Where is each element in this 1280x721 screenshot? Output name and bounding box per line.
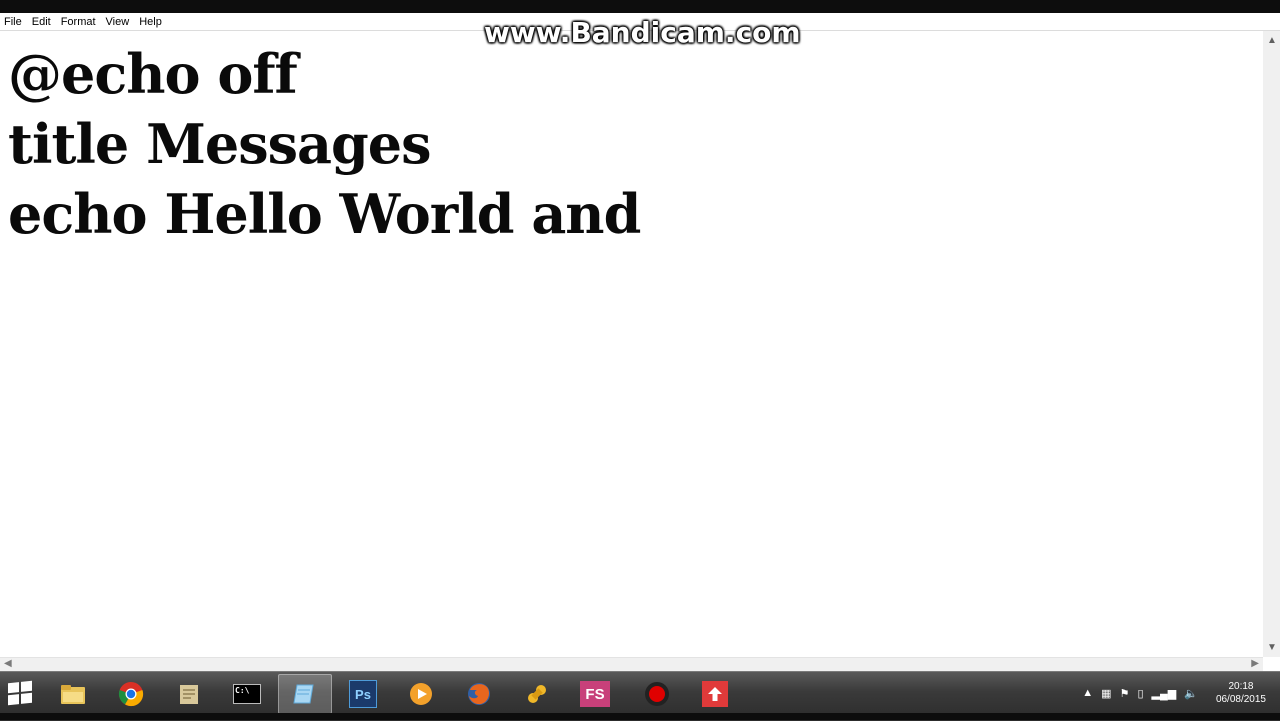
tool-icon: [524, 681, 550, 707]
clock[interactable]: 20:18 06/08/2015: [1216, 680, 1266, 706]
scroll-right-icon[interactable]: ▶: [1251, 658, 1259, 669]
taskbar-notes[interactable]: [162, 674, 216, 714]
screen-bottom-border: [0, 713, 1280, 720]
clock-time: 20:18: [1228, 681, 1254, 692]
taskbar-media-player[interactable]: [394, 674, 448, 714]
window-top-border: [0, 0, 1280, 13]
battery-icon[interactable]: ▯: [1137, 687, 1143, 700]
command-prompt-icon: C:\: [233, 684, 261, 704]
taskbar-firefox[interactable]: [452, 674, 506, 714]
taskbar-command-prompt[interactable]: C:\: [220, 674, 274, 714]
menu-format[interactable]: Format: [57, 16, 102, 28]
editor-text[interactable]: @echo off title Messages echo Hello Worl…: [0, 31, 1263, 249]
editor-line-1: @echo off: [8, 42, 298, 106]
taskbar-notepad[interactable]: [278, 674, 332, 714]
taskbar-upload[interactable]: [688, 674, 742, 714]
fs-app-icon: FS: [580, 681, 610, 707]
scroll-up-icon[interactable]: ▲: [1267, 35, 1277, 46]
taskbar-photoshop[interactable]: Ps: [336, 674, 390, 714]
action-center-flag-icon[interactable]: ⚑: [1120, 687, 1130, 700]
file-explorer-icon: [60, 681, 86, 707]
show-hidden-icons-icon[interactable]: ▲: [1082, 687, 1093, 699]
fs-app-label: FS: [585, 685, 605, 703]
notepad-icon: [292, 681, 318, 707]
clock-date: 06/08/2015: [1215, 694, 1266, 705]
horizontal-scrollbar[interactable]: ◀ ▶: [0, 657, 1263, 672]
text-editor-area[interactable]: @echo off title Messages echo Hello Worl…: [0, 31, 1263, 657]
bandicam-watermark: www.Bandicam.com: [484, 16, 801, 49]
upload-icon: [702, 681, 728, 707]
system-tray: ▲ ▦ ⚑ ▯ ▂▄▆ 🔈 20:18 06/08/2015: [1060, 672, 1280, 714]
scroll-left-icon[interactable]: ◀: [4, 658, 12, 669]
menu-help[interactable]: Help: [135, 16, 168, 28]
firefox-icon: [466, 681, 492, 707]
chrome-icon: [118, 681, 144, 707]
windows-logo-icon: [8, 680, 32, 706]
taskbar-fs-app[interactable]: FS: [568, 674, 622, 714]
vertical-scrollbar[interactable]: ▲ ▼: [1263, 31, 1280, 657]
photoshop-icon: Ps: [349, 680, 377, 708]
taskbar-chrome[interactable]: [104, 674, 158, 714]
menu-file[interactable]: File: [0, 16, 28, 28]
notes-icon: [176, 681, 202, 707]
taskbar-file-explorer[interactable]: [46, 674, 100, 714]
editor-line-3: echo Hello World and: [8, 182, 641, 246]
start-button[interactable]: [0, 672, 40, 714]
command-prompt-label: C:\: [235, 686, 250, 695]
record-icon: [644, 681, 670, 707]
taskbar-tool[interactable]: [510, 674, 564, 714]
scroll-down-icon[interactable]: ▼: [1267, 642, 1277, 653]
menu-edit[interactable]: Edit: [28, 16, 57, 28]
menu-view[interactable]: View: [102, 16, 136, 28]
editor-line-2: title Messages: [8, 112, 432, 176]
network-icon[interactable]: ▦: [1101, 687, 1111, 700]
volume-icon[interactable]: 🔈: [1184, 687, 1198, 700]
photoshop-label: Ps: [355, 686, 371, 702]
media-player-icon: [408, 681, 434, 707]
taskbar-record[interactable]: [630, 674, 684, 714]
signal-icon[interactable]: ▂▄▆: [1152, 687, 1177, 700]
